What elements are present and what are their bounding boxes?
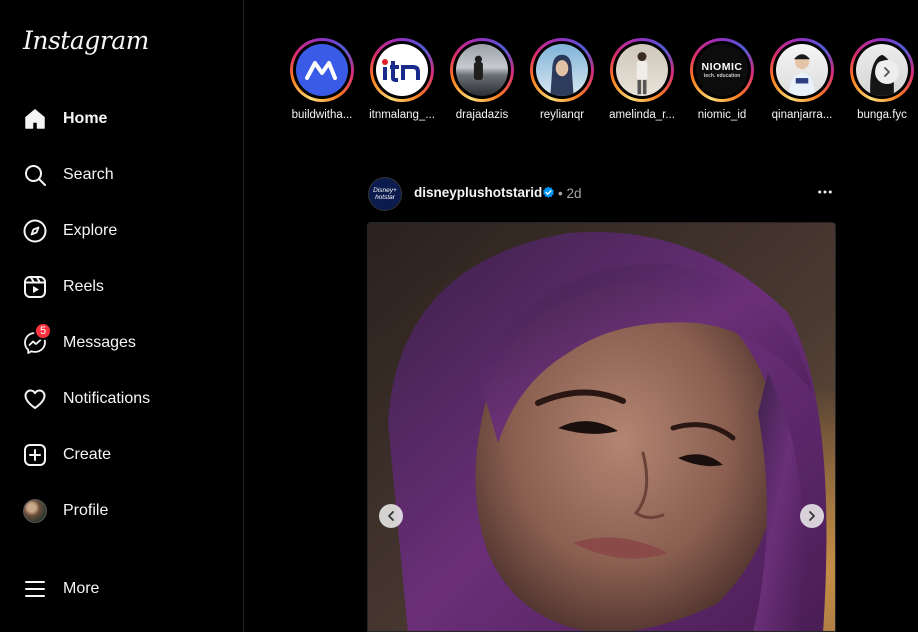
sidebar: Instagram Home Search Explore Reels 5 Me…	[0, 0, 244, 632]
story-username: qinanjarra...	[771, 109, 833, 121]
story-ring	[290, 38, 354, 102]
post-author-avatar[interactable]: Disney+ hotstar	[368, 177, 402, 211]
story-ring	[450, 38, 514, 102]
post-header: Disney+ hotstar disneyplushotstarid • 2d	[368, 177, 838, 211]
story-username: buildwitha...	[291, 109, 353, 121]
story-username: drajadazis	[455, 109, 509, 121]
sidebar-item-more[interactable]: More	[12, 565, 232, 613]
post-username[interactable]: disneyplushotstarid	[414, 185, 542, 200]
sidebar-item-label: Explore	[63, 222, 118, 239]
story-avatar: NIOMIC tech. education	[696, 44, 748, 96]
time-separator: •	[558, 186, 563, 201]
verified-badge-icon	[542, 186, 555, 204]
sidebar-item-explore[interactable]: Explore	[12, 207, 232, 255]
chevron-left-icon	[388, 511, 394, 521]
story-avatar	[616, 44, 668, 96]
niomic-logo-text: NIOMIC	[701, 61, 743, 73]
story-ring: NIOMIC tech. education	[690, 38, 754, 102]
story-avatar	[376, 44, 428, 96]
avatar-logo-text: Disney+ hotstar	[373, 187, 397, 201]
sidebar-item-messages[interactable]: 5 Messages	[12, 319, 232, 367]
sidebar-item-create[interactable]: Create	[12, 431, 232, 479]
messenger-icon: 5	[22, 322, 52, 356]
media-next-button[interactable]	[800, 504, 824, 528]
story-username: niomic_id	[697, 109, 747, 121]
sidebar-item-label: Messages	[63, 334, 136, 351]
story-ring	[530, 38, 594, 102]
sidebar-item-notifications[interactable]: Notifications	[12, 375, 232, 423]
post-photo	[368, 223, 835, 631]
instagram-logo[interactable]: Instagram	[23, 26, 149, 55]
sidebar-item-label: Create	[63, 446, 112, 463]
post-timestamp: • 2d	[558, 186, 582, 201]
sidebar-item-profile[interactable]: Profile	[12, 487, 232, 535]
post-media[interactable]	[367, 222, 836, 632]
profile-avatar	[22, 498, 48, 524]
stories-next-button[interactable]	[875, 60, 899, 84]
home-icon	[22, 106, 48, 132]
niomic-logo-subtext: tech. education	[703, 73, 741, 79]
post-time-value[interactable]: 2d	[567, 186, 582, 201]
sidebar-item-label: More	[63, 580, 100, 597]
story-username: reylianqr	[539, 109, 585, 121]
search-icon	[22, 162, 48, 188]
story-item[interactable]: NIOMIC tech. education niomic_id	[686, 38, 758, 121]
media-prev-button[interactable]	[379, 504, 403, 528]
story-item[interactable]: reylianqr	[526, 38, 598, 121]
story-avatar	[536, 44, 588, 96]
story-ring	[770, 38, 834, 102]
story-avatar	[456, 44, 508, 96]
story-item[interactable]: qinanjarra...	[766, 38, 838, 121]
compass-icon	[22, 218, 48, 244]
stories-tray: buildwitha... itnmalang_... drajadazis r…	[286, 38, 918, 128]
sidebar-item-label: Reels	[63, 278, 104, 295]
plus-square-icon	[22, 442, 48, 468]
sidebar-item-search[interactable]: Search	[12, 151, 232, 199]
story-item[interactable]: amelinda_r...	[606, 38, 678, 121]
sidebar-item-label: Profile	[63, 502, 109, 519]
story-username: itnmalang_...	[369, 109, 435, 121]
chevron-right-icon	[884, 67, 890, 77]
sidebar-item-label: Home	[63, 110, 108, 127]
reels-icon	[22, 274, 48, 300]
sidebar-item-label: Search	[63, 166, 114, 183]
sidebar-item-home[interactable]: Home	[12, 95, 232, 143]
story-item[interactable]: buildwitha...	[286, 38, 358, 121]
story-avatar	[776, 44, 828, 96]
notification-count-badge: 5	[34, 322, 52, 340]
menu-icon	[22, 576, 48, 602]
story-avatar	[296, 44, 348, 96]
more-options-icon[interactable]	[816, 183, 834, 206]
story-username: bunga.fyc	[857, 109, 907, 121]
story-username: amelinda_r...	[609, 109, 675, 121]
sidebar-item-reels[interactable]: Reels	[12, 263, 232, 311]
avatar	[23, 499, 47, 523]
sidebar-item-label: Notifications	[63, 390, 151, 407]
story-item[interactable]: drajadazis	[446, 38, 518, 121]
story-ring	[610, 38, 674, 102]
heart-icon	[22, 386, 48, 412]
story-item[interactable]: itnmalang_...	[366, 38, 438, 121]
story-ring	[370, 38, 434, 102]
chevron-right-icon	[809, 511, 815, 521]
